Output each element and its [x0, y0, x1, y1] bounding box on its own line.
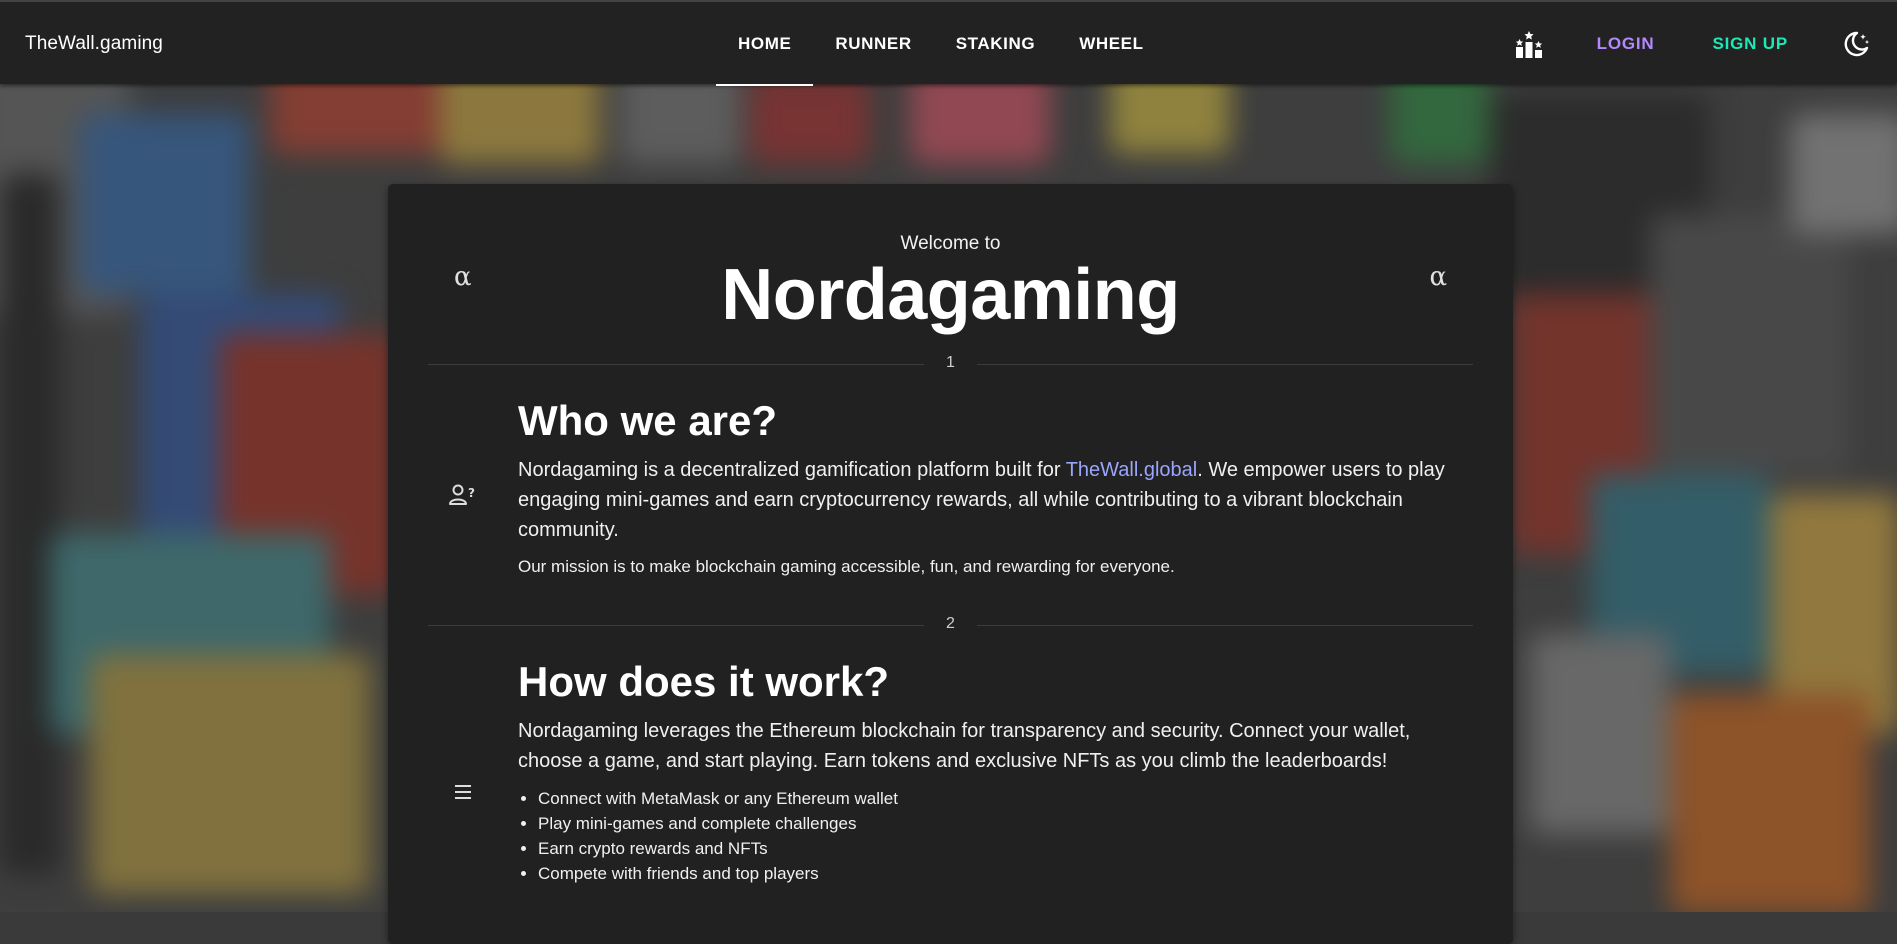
section-who-we-are: Who we are? Nordagaming is a decentraliz… — [518, 396, 1468, 579]
nav-tab-runner[interactable]: RUNNER — [813, 2, 933, 86]
welcome-card: α α Welcome to Nordagaming 1 ? Who we ar… — [388, 184, 1513, 944]
brand-logo-text[interactable]: TheWall.gaming — [25, 33, 163, 55]
feature-list: Connect with MetaMask or any Ethereum wa… — [518, 786, 1468, 886]
thewall-global-link[interactable]: TheWall.global — [1066, 459, 1198, 481]
section-lead: Nordagaming is a decentralized gamificat… — [518, 455, 1468, 545]
svg-text:?: ? — [468, 486, 475, 500]
login-button[interactable]: LOGIN — [1597, 34, 1655, 54]
section-note: Our mission is to make blockchain gaming… — [518, 557, 1175, 576]
user-question-icon: ? — [448, 480, 478, 510]
list-item: Play mini-games and complete challenges — [538, 811, 1468, 836]
leaderboard-icon[interactable] — [1505, 20, 1553, 68]
list-item: Earn crypto rewards and NFTs — [538, 836, 1468, 861]
nav-tab-staking[interactable]: STAKING — [934, 2, 1057, 86]
main-nav: HOME RUNNER STAKING WHEEL — [716, 2, 1166, 86]
section-divider-2: 2 — [428, 615, 1473, 635]
page-title: Nordagaming — [721, 255, 1180, 335]
list-item: Compete with friends and top players — [538, 861, 1468, 886]
list-item: Connect with MetaMask or any Ethereum wa… — [538, 786, 1468, 811]
section-heading: How does it work? — [518, 658, 890, 705]
signup-button[interactable]: SIGN UP — [1712, 34, 1788, 54]
nav-tab-wheel[interactable]: WHEEL — [1057, 2, 1165, 86]
welcome-subtitle: Welcome to — [900, 233, 1001, 254]
section-number: 1 — [946, 354, 955, 371]
header-actions: LOGIN SIGN UP — [1505, 2, 1897, 86]
section-how-it-works: How does it work? Nordagaming leverages … — [518, 657, 1468, 886]
nav-tab-home[interactable]: HOME — [716, 2, 814, 86]
section-divider-1: 1 — [428, 354, 1473, 374]
top-app-bar: TheWall.gaming HOME RUNNER STAKING WHEEL… — [0, 0, 1897, 86]
lead-text: Nordagaming is a decentralized gamificat… — [518, 459, 1066, 481]
menu-icon — [448, 777, 478, 807]
section-heading: Who we are? — [518, 397, 778, 444]
section-number: 2 — [946, 615, 955, 632]
section-lead: Nordagaming leverages the Ethereum block… — [518, 720, 1411, 772]
theme-toggle-icon[interactable] — [1832, 20, 1880, 68]
